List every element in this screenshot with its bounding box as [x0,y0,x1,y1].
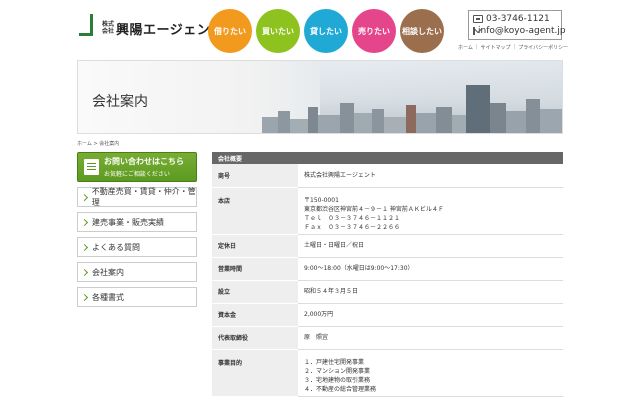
chevron-right-icon [80,193,88,201]
row-label: 事業目的 [212,349,298,397]
main-nav: 借りたい 買いたい 貸したい 売りたい 相談したい [208,9,444,53]
util-link-sitemap[interactable]: サイトマップ [481,44,511,51]
row-label: 定休日 [212,234,298,258]
row-value: 株式会社興陽エージェント [298,164,563,188]
util-link-home[interactable]: ホーム [458,44,473,51]
site-header: 株式 会社 興陽エージェント 借りたい 買いたい 貸したい 売りたい 相談したい… [0,0,640,58]
chevron-right-icon [80,293,89,301]
table-row: 定休日 土曜日・日曜日／祝日 [212,234,563,258]
row-value: 土曜日・日曜日／祝日 [298,234,563,258]
sidebar-item-company[interactable]: 会社案内 [77,262,197,282]
table-row: 営業時間 9:00～18:00（水曜日は9:00～17:30） [212,257,563,281]
breadcrumb[interactable]: ホーム > 会社案内 [77,140,119,147]
sidebar-item-label: 会社案内 [92,267,124,277]
row-value: １．戸建住宅開発事業 ２．マンション開発事業 ３．宅地建物の取引業務 ４．不動産… [298,349,563,397]
phone-icon [473,15,483,23]
company-info-table: 商号 株式会社興陽エージェント 本店 〒150-0001 東京都渋谷区神宮前４－… [212,164,563,397]
row-label: 商号 [212,164,298,188]
row-value: 原 照宜 [298,326,563,350]
phone-number: 03-3746-1121 [486,14,550,24]
nav-sell-button[interactable]: 売りたい [352,9,396,53]
company-logo[interactable]: 株式 会社 興陽エージェント [77,14,224,42]
page-banner: 会社案内 [77,60,563,134]
sidebar: お問い合わせはこちら お気軽にご相談ください 不動産売買・賃貸・仲介・管理 建売… [77,152,197,307]
document-icon [84,159,99,175]
sidebar-item-label: 各種書式 [92,292,124,302]
row-value: 9:00～18:00（水曜日は9:00～17:30） [298,257,563,281]
sidebar-item-label: 建売事業・販売実績 [92,217,164,227]
table-row: 本店 〒150-0001 東京都渋谷区神宮前４－９－１ 神宮前ＡＫビル４Ｆ Ｔｅ… [212,187,563,235]
chevron-right-icon [80,243,89,251]
sidebar-item-forms[interactable]: 各種書式 [77,287,197,307]
util-separator: | [513,44,516,50]
chevron-right-icon [80,218,89,226]
util-separator: | [475,44,478,50]
email-address: info@koyo-agent.jp [478,26,566,36]
sidebar-item-label: 不動産売買・賃貸・仲介・管理 [91,187,196,207]
table-row: 事業目的 １．戸建住宅開発事業 ２．マンション開発事業 ３．宅地建物の取引業務 … [212,349,563,397]
row-label: 営業時間 [212,257,298,281]
row-label: 本店 [212,187,298,235]
logo-prefix: 株式 会社 [102,21,114,35]
chevron-right-icon [80,268,89,276]
utility-links: ホーム | サイトマップ | プライバシーポリシー [458,44,568,51]
sidebar-item-real-estate[interactable]: 不動産売買・賃貸・仲介・管理 [77,187,197,207]
row-value: 〒150-0001 東京都渋谷区神宮前４－９－１ 神宮前ＡＫビル４Ｆ Ｔｅｌ ０… [298,187,563,235]
row-label: 資本金 [212,303,298,327]
company-overview: 会社概要 商号 株式会社興陽エージェント 本店 〒150-0001 東京都渋谷区… [212,152,563,397]
row-label: 代表取締役 [212,326,298,350]
contact-box: 03-3746-1121 info@koyo-agent.jp [468,10,566,40]
row-label: 設立 [212,280,298,304]
table-row: 商号 株式会社興陽エージェント [212,164,563,188]
email-row[interactable]: info@koyo-agent.jp [473,25,566,37]
util-link-privacy[interactable]: プライバシーポリシー [518,44,568,51]
city-skyline-image [262,85,562,133]
row-value: 2,000万円 [298,303,563,327]
inquiry-sublabel: お気軽にご相談ください [104,171,170,178]
phone-row[interactable]: 03-3746-1121 [473,13,557,25]
section-title: 会社概要 [212,152,563,164]
logo-mark-icon [77,14,99,42]
logo-prefix-line: 株式 [102,21,115,28]
nav-lease-button[interactable]: 貸したい [304,9,348,53]
nav-rent-button[interactable]: 借りたい [208,9,252,53]
inquiry-button[interactable]: お問い合わせはこちら お気軽にご相談ください [77,152,197,182]
nav-buy-button[interactable]: 買いたい [256,9,300,53]
sidebar-item-builds[interactable]: 建売事業・販売実績 [77,212,197,232]
table-row: 資本金 2,000万円 [212,303,563,327]
sidebar-item-faq[interactable]: よくある質問 [77,237,197,257]
table-row: 設立 昭和５４年３月５日 [212,280,563,304]
sidebar-item-label: よくある質問 [92,242,140,252]
logo-prefix-line: 会社 [102,28,115,35]
mail-icon [473,27,475,35]
nav-consult-button[interactable]: 相談したい [400,9,444,53]
row-value: 昭和５４年３月５日 [298,280,563,304]
table-row: 代表取締役 原 照宜 [212,326,563,350]
page-title: 会社案内 [92,94,148,110]
inquiry-label: お問い合わせはこちら [104,157,184,166]
